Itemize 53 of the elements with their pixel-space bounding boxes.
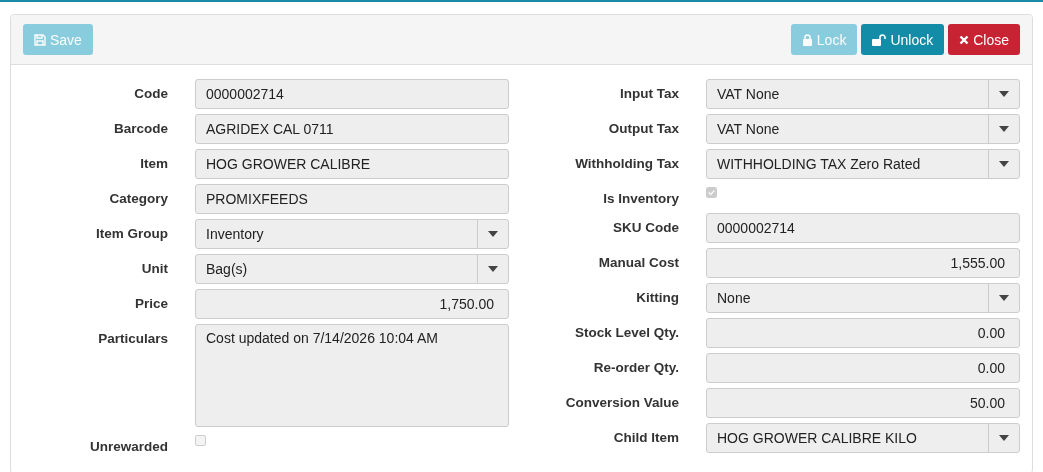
field-label: SKU Code	[612, 219, 679, 237]
field-label: Child Item	[612, 429, 679, 447]
lock-icon	[801, 33, 813, 46]
number-field[interactable]: 1,555.00	[706, 248, 1020, 278]
number-field[interactable]: 0.00	[706, 353, 1020, 383]
field-label: Barcode	[112, 120, 168, 138]
dropdown[interactable]: Bag(s)	[195, 254, 509, 284]
caret-icon	[488, 231, 498, 237]
field-label: Is Inventory	[602, 190, 679, 208]
caret-icon	[999, 91, 1009, 97]
dropdown[interactable]: HOG GROWER CALIBRE KILO	[706, 423, 1020, 453]
close-button[interactable]: Close	[948, 24, 1020, 55]
field-label: Price	[133, 295, 168, 313]
dropdown[interactable]: Inventory	[195, 219, 509, 249]
text-area[interactable]: Cost updated on 7/14/2026 10:04 AM	[195, 324, 509, 427]
number-field[interactable]: 50.00	[706, 388, 1020, 418]
caret-icon	[999, 161, 1009, 167]
field-label: Kitting	[635, 289, 679, 307]
dropdown[interactable]: VAT None	[706, 79, 1020, 109]
unlock-button[interactable]: Unlock	[861, 24, 945, 55]
text-field[interactable]: PROMIXFEEDS	[195, 184, 509, 214]
caret-icon	[488, 266, 498, 272]
field-label: Withholding Tax	[574, 155, 679, 173]
checkbox[interactable]	[706, 187, 717, 198]
field-label: Output Tax	[607, 120, 679, 138]
field-label: Particulars	[97, 330, 168, 348]
field-label: Category	[108, 190, 168, 208]
field-label: Item	[139, 155, 168, 173]
caret-icon	[999, 435, 1009, 441]
field-label: Unit	[140, 260, 168, 278]
field-label: Re-order Qty.	[592, 359, 679, 377]
text-field[interactable]: 0000002714	[706, 213, 1020, 243]
dropdown[interactable]: VAT None	[706, 114, 1020, 144]
checkbox[interactable]	[195, 435, 206, 446]
number-field[interactable]: 0.00	[706, 318, 1020, 348]
field-label: Conversion Value	[564, 394, 679, 412]
unlock-icon	[872, 33, 887, 46]
field-label: Item Group	[95, 225, 168, 243]
field-label: Code	[133, 85, 168, 103]
text-field[interactable]: HOG GROWER CALIBRE	[195, 149, 509, 179]
field-label: Manual Cost	[597, 254, 679, 272]
close-icon	[959, 34, 970, 45]
dropdown[interactable]: WITHHOLDING TAX Zero Rated	[706, 149, 1020, 179]
field-label: Unrewarded	[88, 438, 168, 456]
number-field[interactable]: 1,750.00	[195, 289, 509, 319]
text-field[interactable]: 0000002714	[195, 79, 509, 109]
caret-icon	[999, 295, 1009, 301]
text-field[interactable]: AGRIDEX CAL 0711	[195, 114, 509, 144]
dropdown[interactable]: None	[706, 283, 1020, 313]
field-label: Input Tax	[619, 85, 679, 103]
save-icon	[34, 33, 46, 46]
field-label: Stock Level Qty.	[573, 324, 679, 342]
caret-icon	[999, 126, 1009, 132]
